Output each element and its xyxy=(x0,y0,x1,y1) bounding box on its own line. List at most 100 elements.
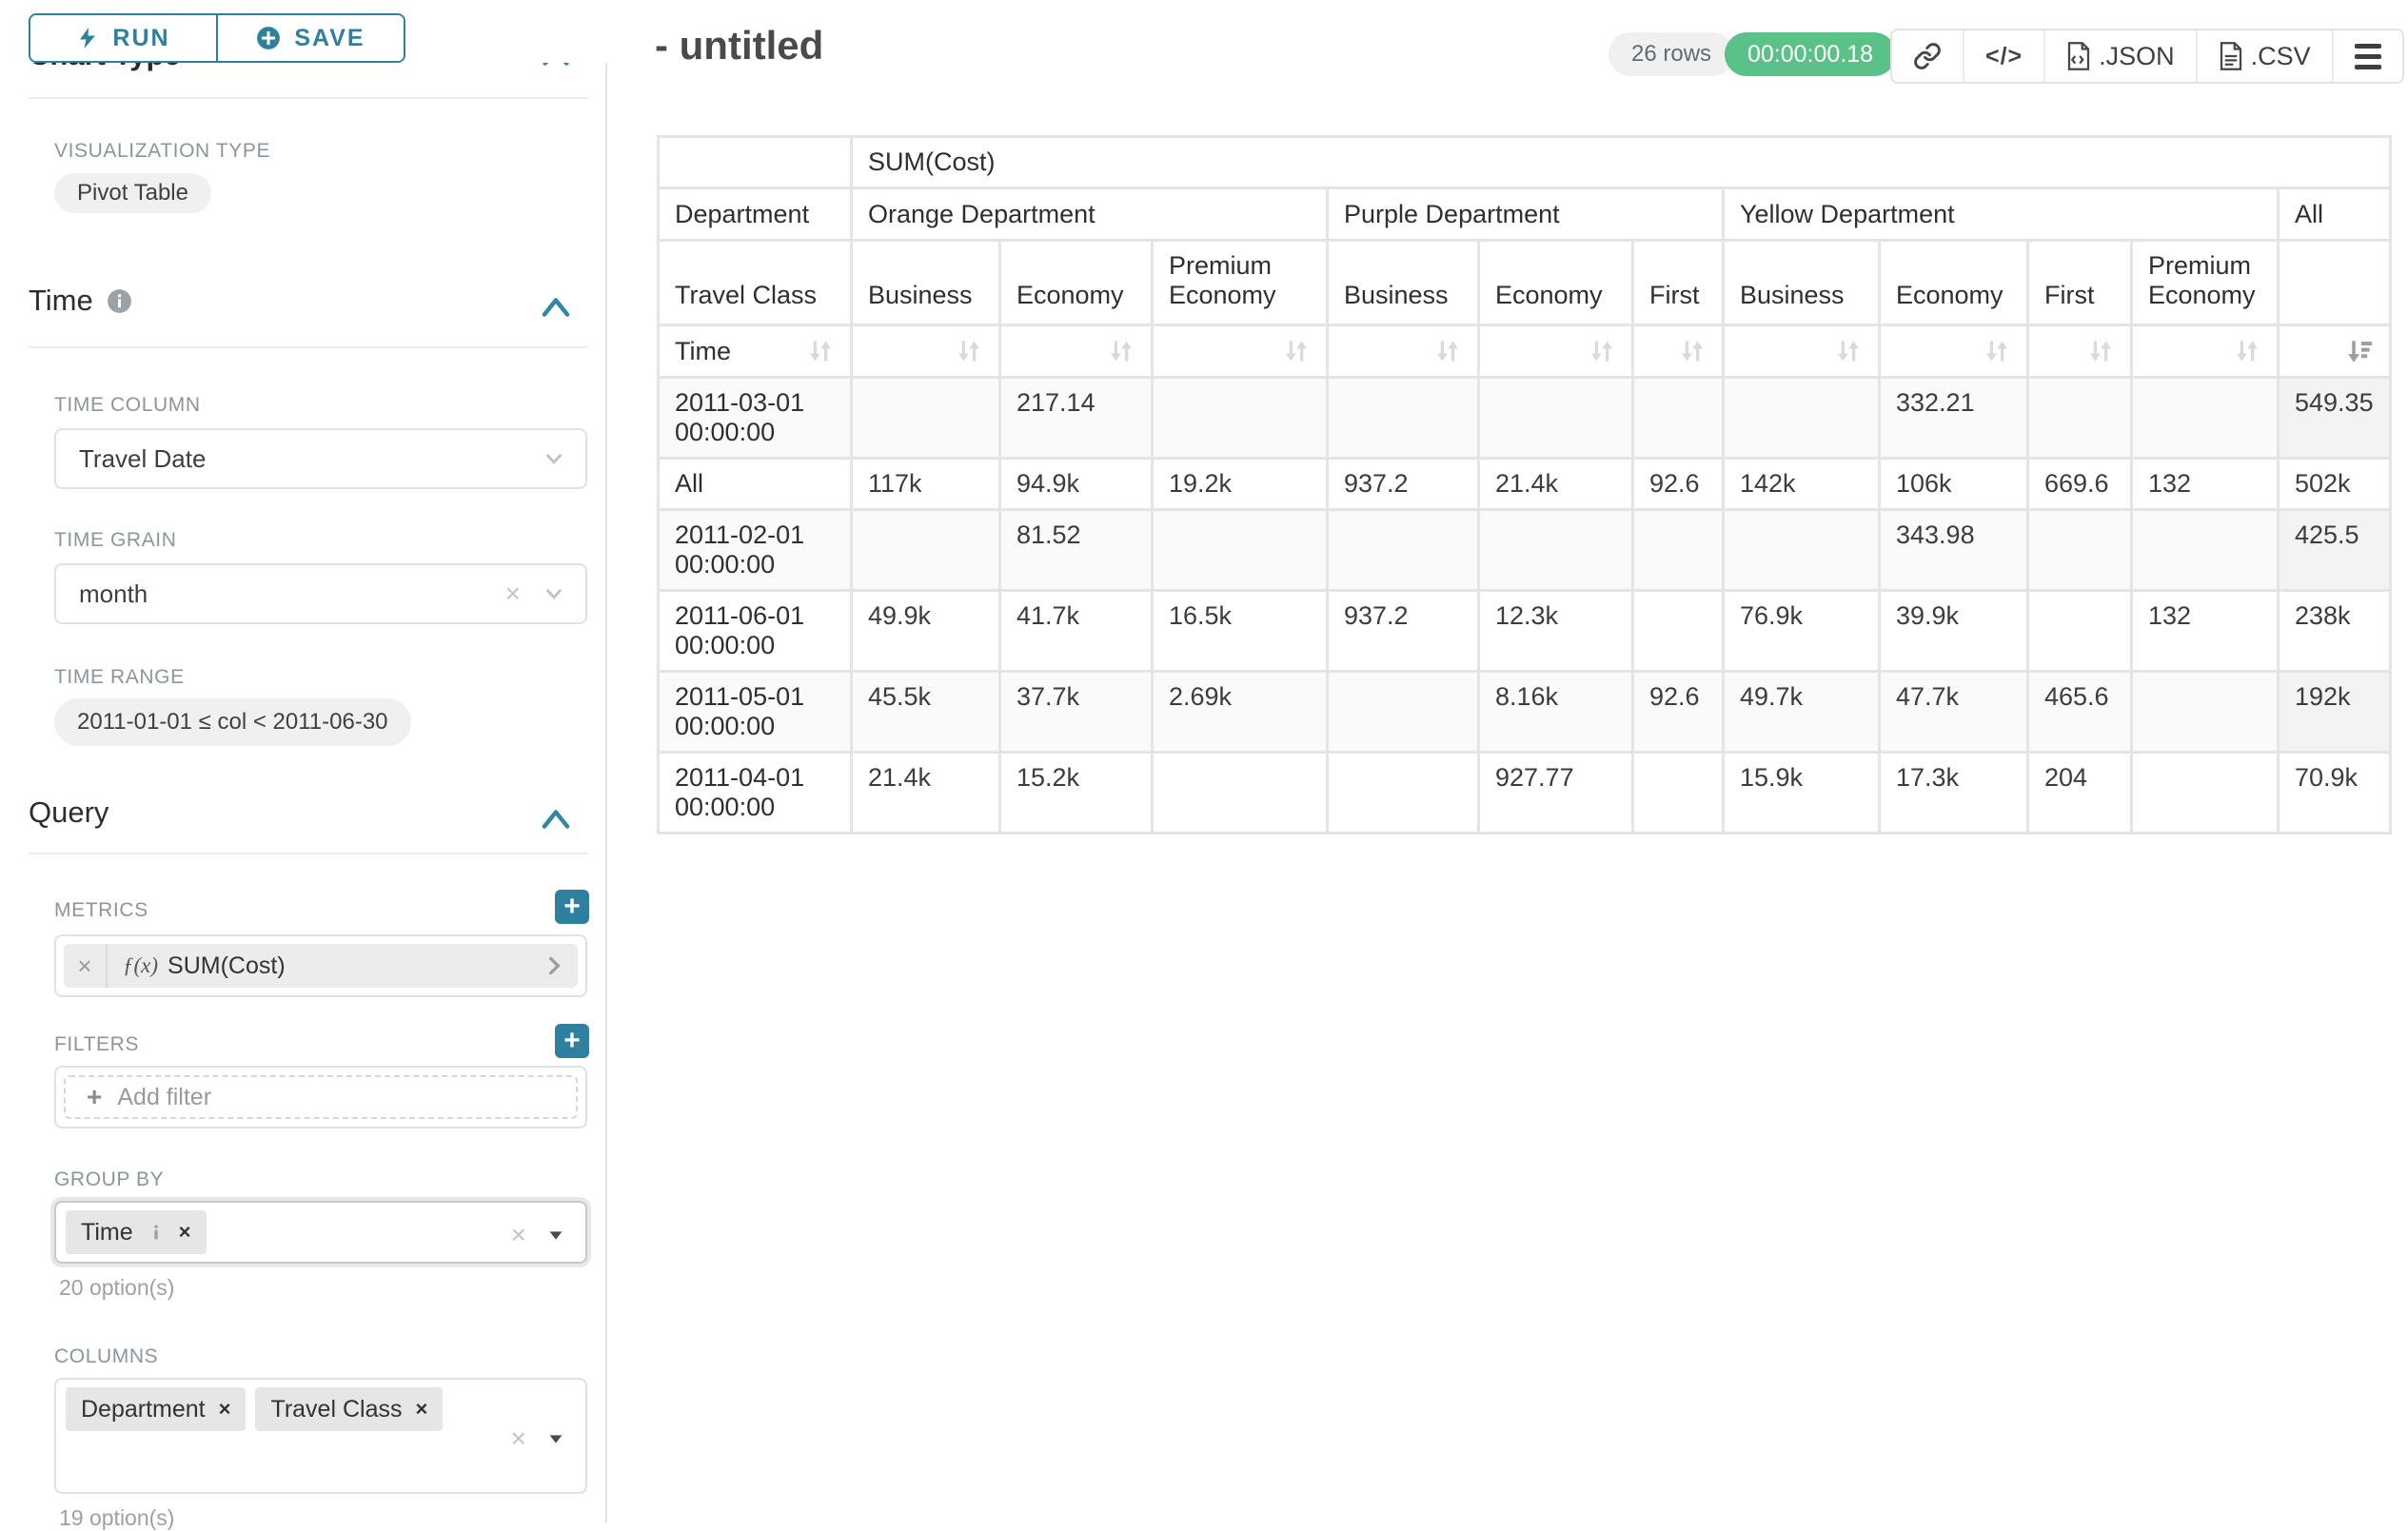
clear-icon[interactable]: × xyxy=(505,579,521,609)
department-group-header[interactable]: Yellow Department xyxy=(1725,189,2277,239)
sort-icon[interactable] xyxy=(2086,337,2115,365)
time-grain-select[interactable]: month × xyxy=(54,563,587,624)
remove-tag-icon[interactable]: × xyxy=(219,1397,231,1422)
travel-class-header[interactable]: Premium Economy xyxy=(2133,242,2277,324)
travel-class-header[interactable]: Business xyxy=(853,242,998,324)
time-range-pill[interactable]: 2011-01-01 ≤ col < 2011-06-30 xyxy=(54,698,411,746)
column-sort-cell[interactable] xyxy=(1480,326,1631,376)
travel-class-header[interactable]: First xyxy=(1634,242,1722,324)
value-cell: 343.98 xyxy=(1881,511,2026,589)
group-by-select[interactable]: Time × × xyxy=(54,1201,587,1264)
department-group-header[interactable]: Orange Department xyxy=(853,189,1326,239)
column-dimension-label: Department xyxy=(660,189,850,239)
embed-code-button[interactable]: </> xyxy=(1963,30,2043,82)
dimension-tag[interactable]: Time × xyxy=(66,1210,207,1254)
sort-icon[interactable] xyxy=(1588,337,1616,365)
travel-class-header[interactable]: Business xyxy=(1329,242,1477,324)
column-sort-cell[interactable] xyxy=(853,326,998,376)
time-column-select[interactable]: Travel Date xyxy=(54,428,587,489)
travel-class-header[interactable]: Economy xyxy=(1001,242,1151,324)
sort-icon[interactable] xyxy=(1433,337,1462,365)
value-cell xyxy=(2133,511,2277,589)
code-icon: </> xyxy=(1985,43,2023,70)
value-cell xyxy=(1329,379,1477,457)
sort-icon[interactable] xyxy=(2233,337,2261,365)
table-row: 2011-03-01 00:00:00217.14332.21549.35 xyxy=(660,379,2389,457)
remove-tag-icon[interactable]: × xyxy=(179,1220,191,1245)
value-cell: 92.6 xyxy=(1634,673,1722,751)
value-cell: 669.6 xyxy=(2029,460,2130,508)
chart-title[interactable]: - untitled xyxy=(655,23,823,69)
value-cell xyxy=(1329,754,1477,832)
run-button[interactable]: RUN xyxy=(30,15,218,61)
value-cell: 549.35 xyxy=(2280,379,2389,457)
column-sort-cell[interactable] xyxy=(1329,326,1477,376)
chevron-up-icon[interactable] xyxy=(539,293,573,322)
sort-desc-icon[interactable] xyxy=(2345,337,2374,365)
sort-icon[interactable] xyxy=(1282,337,1311,365)
caret-down-icon[interactable] xyxy=(545,1428,566,1449)
sort-icon[interactable] xyxy=(1834,337,1863,365)
value-cell: 927.77 xyxy=(1480,754,1631,832)
plus-circle-icon xyxy=(256,26,281,50)
chevron-right-icon[interactable] xyxy=(542,953,566,978)
chevron-down-icon[interactable] xyxy=(542,446,566,471)
column-sort-cell[interactable] xyxy=(1154,326,1326,376)
info-icon[interactable] xyxy=(107,288,132,314)
department-group-header[interactable]: Purple Department xyxy=(1329,189,1722,239)
row-dimension-sort-cell[interactable]: Time xyxy=(660,326,850,376)
remove-tag-icon[interactable]: × xyxy=(415,1397,427,1422)
sort-icon[interactable] xyxy=(955,337,983,365)
column-sort-cell[interactable] xyxy=(1634,326,1722,376)
dimension-tag[interactable]: Travel Class× xyxy=(255,1387,443,1431)
column-sort-cell[interactable] xyxy=(2133,326,2277,376)
add-metric-button[interactable]: + xyxy=(555,890,589,924)
column-sort-cell[interactable] xyxy=(2280,326,2389,376)
add-filter-plus-button[interactable]: + xyxy=(555,1024,589,1058)
value-cell: 937.2 xyxy=(1329,460,1477,508)
tag-label: Time xyxy=(81,1219,133,1246)
clear-icon[interactable]: × xyxy=(511,1423,526,1454)
travel-class-header[interactable]: First xyxy=(2029,242,2130,324)
value-cell xyxy=(1634,511,1722,589)
department-group-header[interactable]: All xyxy=(2280,189,2389,239)
column-sort-cell[interactable] xyxy=(1725,326,1878,376)
value-cell: 16.5k xyxy=(1154,592,1326,670)
table-row: 2011-02-01 00:00:0081.52343.98425.5 xyxy=(660,511,2389,589)
chevron-up-icon[interactable] xyxy=(539,805,573,834)
row-label: 2011-05-01 00:00:00 xyxy=(660,673,850,751)
save-button[interactable]: SAVE xyxy=(218,15,404,61)
visualization-type-pill[interactable]: Pivot Table xyxy=(54,173,211,213)
add-filter-button[interactable]: + Add filter xyxy=(64,1075,578,1119)
value-cell xyxy=(1329,511,1477,589)
travel-class-header[interactable]: Economy xyxy=(1881,242,2026,324)
export-json-button[interactable]: .JSON xyxy=(2043,30,2196,82)
remove-metric-icon[interactable]: × xyxy=(64,944,108,988)
export-csv-button[interactable]: .CSV xyxy=(2196,30,2332,82)
value-cell: 106k xyxy=(1881,460,2026,508)
value-cell: 17.3k xyxy=(1881,754,2026,832)
caret-down-icon[interactable] xyxy=(545,1225,566,1246)
columns-label: COLUMNS xyxy=(54,1345,158,1368)
query-section-title: Query xyxy=(29,795,109,830)
column-sort-cell[interactable] xyxy=(1881,326,2026,376)
column-sort-cell[interactable] xyxy=(1001,326,1151,376)
columns-select[interactable]: Department×Travel Class× × xyxy=(54,1378,587,1494)
menu-button[interactable] xyxy=(2332,30,2402,82)
dimension-tag[interactable]: Department× xyxy=(66,1387,246,1431)
sort-icon[interactable] xyxy=(806,337,835,365)
column-sort-cell[interactable] xyxy=(2029,326,2130,376)
copy-link-button[interactable] xyxy=(1892,30,1963,82)
travel-class-header[interactable]: Business xyxy=(1725,242,1878,324)
sort-icon[interactable] xyxy=(1107,337,1135,365)
clear-icon[interactable]: × xyxy=(511,1220,526,1250)
value-cell: 76.9k xyxy=(1725,592,1878,670)
travel-class-header[interactable]: Economy xyxy=(1480,242,1631,324)
travel-class-header[interactable]: Premium Economy xyxy=(1154,242,1326,324)
sort-icon[interactable] xyxy=(1678,337,1707,365)
chevron-down-icon[interactable] xyxy=(542,581,566,606)
value-cell: 92.6 xyxy=(1634,460,1722,508)
metric-tag[interactable]: × ƒ(x) SUM(Cost) xyxy=(64,944,578,988)
row-dimension-label: Time xyxy=(675,337,731,366)
sort-icon[interactable] xyxy=(1983,337,2011,365)
